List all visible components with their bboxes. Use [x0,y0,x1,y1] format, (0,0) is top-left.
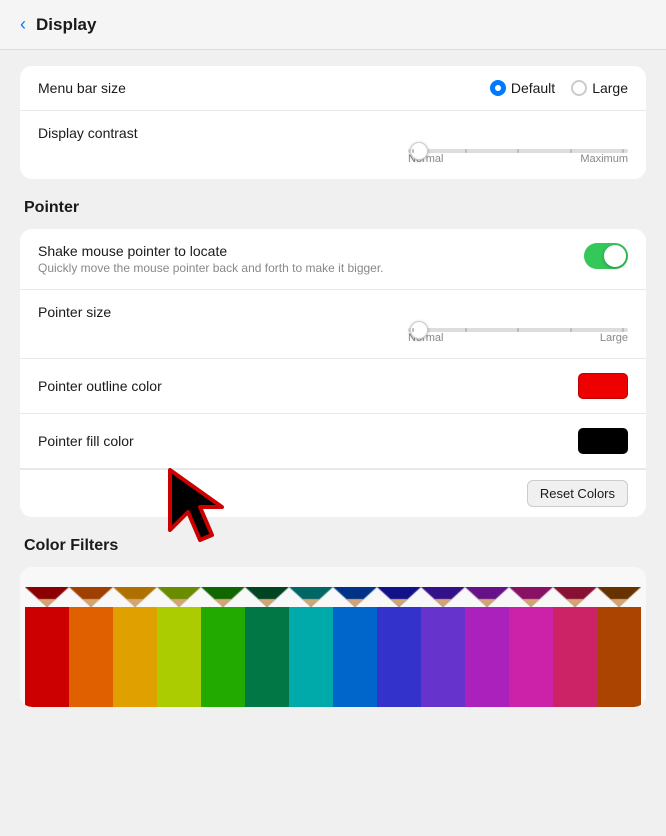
pointer-size-row: Pointer size Normal [20,290,646,359]
pointer-outline-color-label: Pointer outline color [38,378,162,394]
pencil-item [201,587,245,707]
display-contrast-label: Display contrast [38,125,138,141]
radio-default[interactable]: Default [490,80,555,96]
pointer-section-card: Shake mouse pointer to locate Quickly mo… [20,229,646,517]
pencil-body [377,607,421,707]
pointer-size-max-label: Large [600,332,628,344]
pencil-item [509,587,553,707]
menu-bar-size-label: Menu bar size [38,80,126,96]
pencil-body [289,607,333,707]
pointer-size-slider-labels: Normal Large [408,332,628,344]
radio-default-label: Default [511,80,555,96]
back-chevron-icon: ‹ [20,14,26,35]
pencil-item [377,587,421,707]
contrast-slider-labels: Normal Maximum [408,153,628,165]
pencil-body [553,607,597,707]
color-filters-section-heading: Color Filters [20,537,646,555]
pointer-outline-color-swatch[interactable] [578,373,628,399]
pencil-body [25,607,69,707]
pencil-item [597,587,641,707]
pencil-body [201,607,245,707]
content-area: Menu bar size Default Large Display cont… [0,50,666,743]
pointer-section-heading: Pointer [20,199,646,217]
pencil-item [289,587,333,707]
pointer-size-track [408,328,628,332]
pencil-item [553,587,597,707]
radio-default-circle[interactable] [490,80,506,96]
pencil-item [465,587,509,707]
pointer-size-label: Pointer size [38,304,111,320]
pencil-item [421,587,465,707]
pencil-body [157,607,201,707]
pointer-outline-color-row: Pointer outline color [20,359,646,414]
menu-bar-size-options: Default Large [490,80,628,96]
pencil-body [465,607,509,707]
pencil-body [597,607,641,707]
pencil-body [69,607,113,707]
contrast-max-label: Maximum [580,153,628,165]
pencil-item [245,587,289,707]
pencil-item [333,587,377,707]
contrast-slider-track [408,149,628,153]
pencil-body [333,607,377,707]
shake-pointer-left: Shake mouse pointer to locate Quickly mo… [38,243,584,275]
color-filters-card [20,567,646,707]
pencil-body [421,607,465,707]
back-button[interactable]: ‹ [20,14,26,35]
pencil-item [157,587,201,707]
pointer-fill-color-swatch[interactable] [578,428,628,454]
radio-large-circle[interactable] [571,80,587,96]
shake-pointer-label: Shake mouse pointer to locate [38,243,584,259]
pencil-body [509,607,553,707]
shake-pointer-sublabel: Quickly move the mouse pointer back and … [38,261,584,275]
page-title: Display [36,15,96,35]
pointer-fill-color-label: Pointer fill color [38,433,134,449]
pencil-item [69,587,113,707]
color-filters-section-heading-wrapper: Color Filters [20,537,646,555]
reset-colors-row: Reset Colors [20,469,646,517]
pointer-fill-color-row: Pointer fill color [20,414,646,469]
pencil-item [25,587,69,707]
pointer-size-slider-wrapper: Normal Large [408,328,628,344]
pencil-body [245,607,289,707]
header: ‹ Display [0,0,666,50]
display-contrast-row: Display contrast No [20,111,646,179]
radio-large-label: Large [592,80,628,96]
shake-pointer-row: Shake mouse pointer to locate Quickly mo… [20,229,646,290]
menu-bar-size-row: Menu bar size Default Large [20,66,646,111]
pencil-item [113,587,157,707]
reset-colors-button[interactable]: Reset Colors [527,480,628,507]
shake-pointer-toggle[interactable] [584,243,628,269]
radio-large[interactable]: Large [571,80,628,96]
pencil-body [113,607,157,707]
display-section-card: Menu bar size Default Large Display cont… [20,66,646,179]
pointer-section-heading-wrapper: Pointer [20,199,646,217]
pencils-container [20,567,646,707]
contrast-slider-wrapper: Normal Maximum [408,149,628,165]
